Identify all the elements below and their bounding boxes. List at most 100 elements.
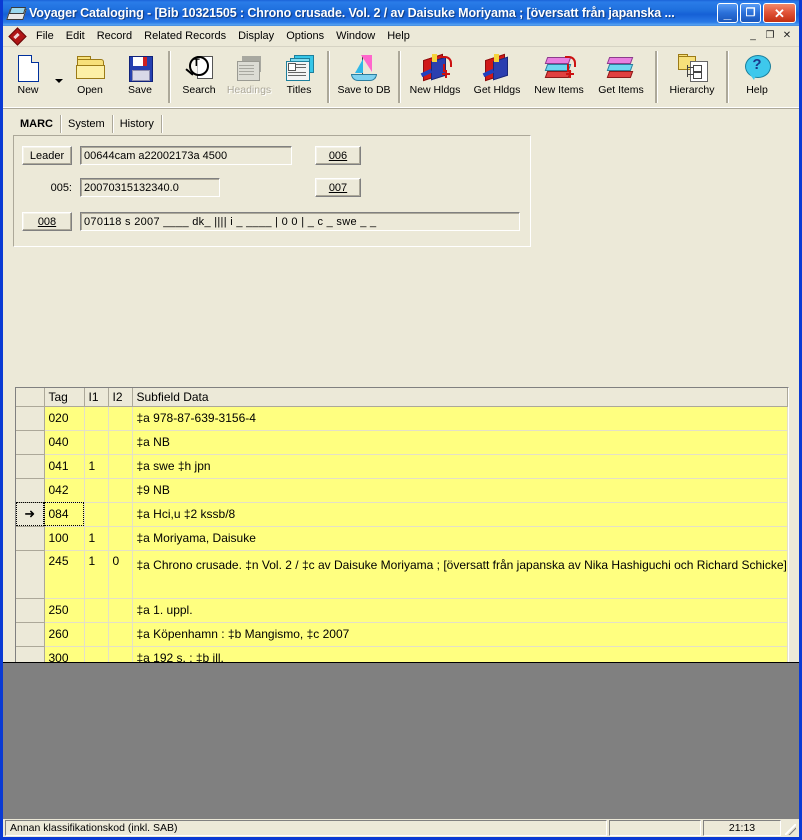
menu-item-options[interactable]: Options (280, 28, 330, 44)
mdi-minimize-button[interactable]: _ (745, 28, 761, 43)
new-dropdown-button[interactable] (53, 49, 65, 107)
column-header-tag[interactable]: Tag (44, 388, 85, 407)
cell-data[interactable]: ‡a swe ‡h jpn (132, 454, 788, 479)
leader-field[interactable]: 00644cam a22002173a 4500 (80, 146, 292, 165)
menu-item-record[interactable]: Record (91, 28, 138, 44)
cell-tag[interactable]: 250 (44, 598, 85, 623)
cell-i2[interactable] (108, 502, 133, 527)
app-icon[interactable] (6, 5, 27, 21)
cell-data[interactable]: ‡a Hci,u ‡2 kssb/8 (132, 502, 788, 527)
menu-item-edit[interactable]: Edit (60, 28, 91, 44)
table-row[interactable]: 020 ‡a 978-87-639-3156-4 (16, 406, 788, 431)
toolbar-button-get-items[interactable]: Get Items (590, 49, 652, 107)
row-selector[interactable] (16, 526, 45, 551)
cell-i2[interactable]: 0 (108, 550, 133, 599)
cell-data[interactable]: ‡a 978-87-639-3156-4 (132, 406, 788, 431)
resize-grip-icon[interactable] (783, 820, 797, 836)
field-008-button[interactable]: 008 (22, 212, 72, 231)
menu-item-file[interactable]: File (30, 28, 60, 44)
table-row-current[interactable]: ➜ 084 ‡a Hci,u ‡2 kssb/8 (16, 502, 788, 527)
toolbar-button-save-to-db[interactable]: Save to DB (333, 49, 395, 107)
cell-data[interactable]: ‡a Köpenhamn : ‡b Mangismo, ‡c 2007 (132, 622, 788, 647)
cell-i2[interactable] (108, 478, 133, 503)
toolbar-button-help[interactable]: ? Help (732, 49, 782, 107)
cell-i1[interactable]: 1 (84, 454, 109, 479)
toolbar-button-get-hldgs[interactable]: Get Hldgs (466, 49, 528, 107)
table-row[interactable]: 042 ‡9 NB (16, 478, 788, 503)
cell-tag[interactable]: 100 (44, 526, 85, 551)
row-selector[interactable] (16, 406, 45, 431)
toolbar-button-search[interactable]: T Search (174, 49, 224, 107)
row-selector-current[interactable]: ➜ (16, 502, 45, 527)
toolbar-button-open[interactable]: Open (65, 49, 115, 107)
cell-i2[interactable] (108, 598, 133, 623)
tab-marc[interactable]: MARC (13, 115, 61, 133)
cell-i1[interactable] (84, 502, 109, 527)
cell-i1[interactable] (84, 622, 109, 647)
close-button[interactable]: ✕ (763, 3, 796, 23)
column-header-i1[interactable]: I1 (84, 388, 109, 407)
toolbar-button-hierarchy[interactable]: Hierarchy (661, 49, 723, 107)
cell-data[interactable]: ‡a Chrono crusade. ‡n Vol. 2 / ‡c av Dai… (132, 550, 788, 599)
table-row[interactable]: 245 1 0 ‡a Chrono crusade. ‡n Vol. 2 / ‡… (16, 550, 788, 599)
table-row[interactable]: 260 ‡a Köpenhamn : ‡b Mangismo, ‡c 2007 (16, 622, 788, 647)
mdi-close-button[interactable]: ✕ (779, 28, 795, 43)
tab-history[interactable]: History (113, 115, 162, 133)
row-selector[interactable] (16, 430, 45, 455)
marc-field-grid[interactable]: Tag I1 I2 Subfield Data 020 ‡a 978-87-63… (15, 387, 789, 662)
cell-i1[interactable]: 1 (84, 526, 109, 551)
minimize-button[interactable]: _ (717, 3, 738, 23)
row-selector[interactable] (16, 646, 45, 662)
menu-item-window[interactable]: Window (330, 28, 381, 44)
row-selector[interactable] (16, 622, 45, 647)
toolbar-button-new-items[interactable]: New Items (528, 49, 590, 107)
cell-tag[interactable]: 041 (44, 454, 85, 479)
row-selector[interactable] (16, 598, 45, 623)
cell-i1[interactable] (84, 478, 109, 503)
cell-i1[interactable] (84, 430, 109, 455)
field-006-button[interactable]: 006 (315, 146, 361, 165)
field-005-value[interactable]: 20070315132340.0 (80, 178, 220, 197)
field-008-value[interactable]: 070118 s 2007 ____ dk_ |||| i _ ____ | 0… (80, 212, 520, 231)
column-header-i2[interactable]: I2 (108, 388, 133, 407)
cell-i2[interactable] (108, 646, 133, 662)
cell-i1[interactable] (84, 406, 109, 431)
cell-data[interactable]: ‡a 1. uppl. (132, 598, 788, 623)
column-header-subfield[interactable]: Subfield Data (132, 388, 788, 407)
table-row[interactable]: 250 ‡a 1. uppl. (16, 598, 788, 623)
menu-item-related-records[interactable]: Related Records (138, 28, 232, 44)
cell-data[interactable]: ‡a NB (132, 430, 788, 455)
maximize-button[interactable]: ❐ (740, 3, 761, 23)
toolbar-button-new-hldgs[interactable]: New Hldgs (404, 49, 466, 107)
row-selector[interactable] (16, 550, 45, 599)
cell-tag[interactable]: 020 (44, 406, 85, 431)
table-row[interactable]: 300 ‡a 192 s. : ‡b ill. (16, 646, 788, 662)
menu-item-help[interactable]: Help (381, 28, 416, 44)
cell-tag[interactable]: 260 (44, 622, 85, 647)
tab-system[interactable]: System (61, 115, 113, 133)
field-007-button[interactable]: 007 (315, 178, 361, 197)
cell-i2[interactable] (108, 430, 133, 455)
cell-i1[interactable] (84, 598, 109, 623)
cell-i1[interactable]: 1 (84, 550, 109, 599)
toolbar-button-titles[interactable]: Titles (274, 49, 324, 107)
mdi-restore-button[interactable]: ❐ (762, 28, 778, 43)
cell-tag[interactable]: 300 (44, 646, 85, 662)
cell-i2[interactable] (108, 526, 133, 551)
cell-i2[interactable] (108, 622, 133, 647)
leader-button[interactable]: Leader (22, 146, 72, 165)
table-row[interactable]: 040 ‡a NB (16, 430, 788, 455)
cell-i2[interactable] (108, 454, 133, 479)
cell-i1[interactable] (84, 646, 109, 662)
menu-item-display[interactable]: Display (232, 28, 280, 44)
cell-data[interactable]: ‡a 192 s. : ‡b ill. (132, 646, 788, 662)
row-selector[interactable] (16, 454, 45, 479)
cell-tag[interactable]: 084 (44, 502, 85, 527)
cell-data[interactable]: ‡a Moriyama, Daisuke (132, 526, 788, 551)
table-row[interactable]: 041 1 ‡a swe ‡h jpn (16, 454, 788, 479)
row-selector[interactable] (16, 478, 45, 503)
title-bar[interactable]: Voyager Cataloging - [Bib 10321505 : Chr… (3, 0, 799, 26)
cell-data[interactable]: ‡9 NB (132, 478, 788, 503)
cell-tag[interactable]: 040 (44, 430, 85, 455)
table-row[interactable]: 100 1 ‡a Moriyama, Daisuke (16, 526, 788, 551)
